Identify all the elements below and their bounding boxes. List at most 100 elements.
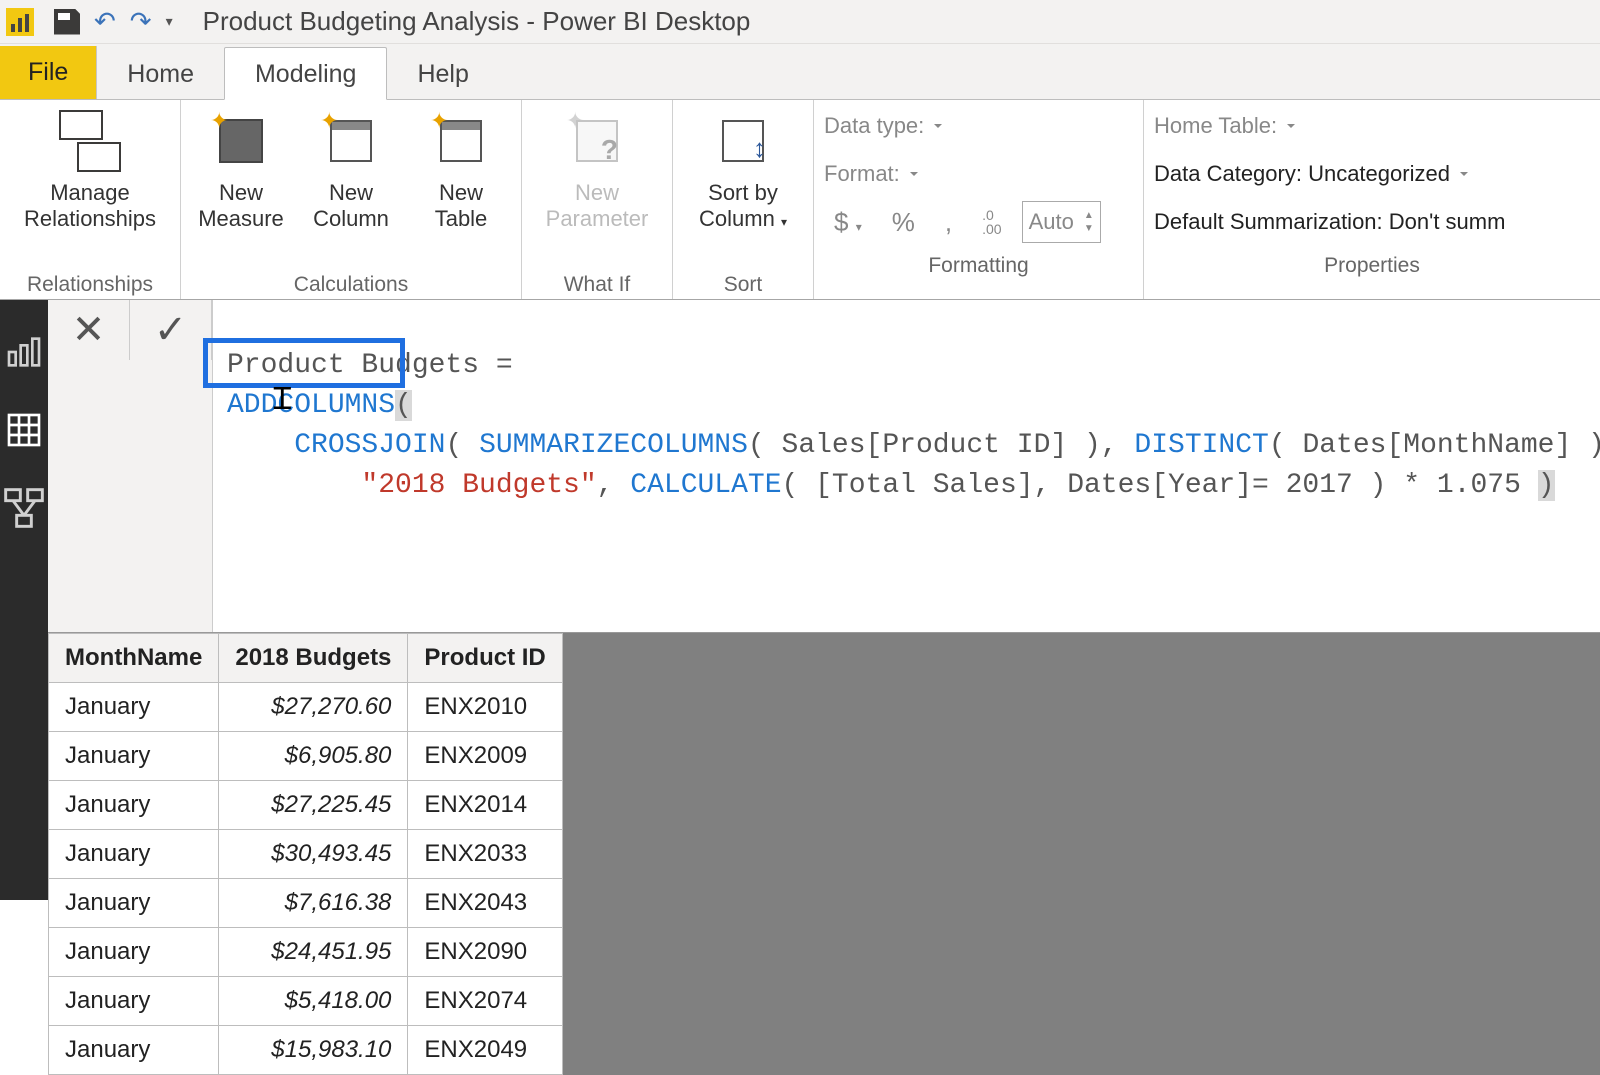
save-icon[interactable] (54, 9, 80, 35)
cell-budget: $27,270.60 (219, 683, 408, 732)
cell-product-id: ENX2033 (408, 830, 562, 879)
group-calculations: ✦ New Measure ✦ New Column ✦ New Table C… (181, 100, 522, 299)
group-sort: Sort by Column ▾ Sort (673, 100, 814, 299)
table-row[interactable]: January$30,493.45ENX2033 (49, 830, 563, 879)
text-cursor-icon: Ꮖ (273, 382, 293, 422)
window-title: Product Budgeting Analysis - Power BI De… (183, 6, 751, 37)
group-label-sort: Sort (724, 273, 763, 297)
cell-monthname: January (49, 1026, 219, 1075)
data-type-label: Data type: (824, 113, 924, 139)
cell-monthname: January (49, 732, 219, 781)
chevron-down-icon (934, 124, 942, 132)
group-properties: Home Table: Data Category: Uncategorized… (1144, 100, 1600, 299)
col-monthname[interactable]: MonthName (49, 634, 219, 683)
cell-product-id: ENX2049 (408, 1026, 562, 1075)
group-label-formatting: Formatting (928, 254, 1028, 278)
cell-budget: $6,905.80 (219, 732, 408, 781)
nav-model-view[interactable] (0, 484, 48, 532)
chevron-down-icon (1460, 172, 1468, 180)
home-table-label: Home Table: (1154, 113, 1277, 139)
table-header-row: MonthName 2018 Budgets Product ID (49, 634, 563, 683)
sort-icon (722, 120, 764, 162)
cell-product-id: ENX2010 (408, 683, 562, 732)
table-row[interactable]: January$7,616.38ENX2043 (49, 879, 563, 928)
cell-monthname: January (49, 830, 219, 879)
data-grid[interactable]: MonthName 2018 Budgets Product ID Januar… (48, 633, 563, 1075)
undo-icon[interactable]: ↶ (94, 6, 116, 37)
sort-by-column-button[interactable]: Sort by Column ▾ (683, 106, 803, 232)
table-row[interactable]: January$27,270.60ENX2010 (49, 683, 563, 732)
tab-home[interactable]: Home (97, 48, 224, 99)
cell-monthname: January (49, 928, 219, 977)
percent-button[interactable]: % (882, 205, 925, 240)
new-measure-button[interactable]: ✦ New Measure (191, 106, 291, 232)
comma-button[interactable]: , (935, 205, 962, 240)
redo-icon[interactable]: ↷ (130, 6, 152, 37)
nav-rail (0, 300, 48, 900)
new-column-button[interactable]: ✦ New Column (301, 106, 401, 232)
group-relationships: Manage Relationships Relationships (0, 100, 181, 299)
default-summarization-label: Default Summarization: Don't summ (1154, 209, 1505, 235)
qat-dropdown-icon[interactable]: ▾ (166, 13, 173, 30)
col-product-id[interactable]: Product ID (408, 634, 562, 683)
currency-button[interactable]: $ ▾ (824, 205, 872, 240)
spark-icon: ✦ (210, 108, 228, 134)
close-icon: ✕ (72, 307, 106, 353)
formula-line4: "2018 Budgets", CALCULATE( [Total Sales]… (227, 470, 1555, 501)
tab-modeling[interactable]: Modeling (224, 47, 387, 100)
data-grid-wrap: MonthName 2018 Budgets Product ID Januar… (48, 633, 1600, 1075)
new-measure-label: New Measure (198, 180, 284, 232)
tab-help[interactable]: Help (387, 48, 498, 99)
ribbon-tabs: File Home Modeling Help (0, 44, 1600, 100)
cell-budget: $24,451.95 (219, 928, 408, 977)
report-icon (4, 332, 44, 372)
parameter-icon (576, 120, 618, 162)
formula-bar: ✕ ✓ Product Budgets = ADDCOLUMNS( CROSSJ… (48, 300, 1600, 633)
tab-file[interactable]: File (0, 46, 97, 99)
data-type-row[interactable]: Data type: (824, 106, 942, 146)
group-whatif: ✦ New Parameter What If (522, 100, 673, 299)
decimals-button[interactable]: .0 .00 (972, 206, 1011, 238)
formula-line1: Product Budgets = (227, 350, 529, 381)
group-label-properties: Properties (1324, 254, 1420, 278)
formula-commit-button[interactable]: ✓ (130, 300, 212, 360)
cell-budget: $5,418.00 (219, 977, 408, 1026)
cell-monthname: January (49, 683, 219, 732)
format-row[interactable]: Format: (824, 154, 918, 194)
formula-line3: CROSSJOIN( SUMMARIZECOLUMNS( Sales[Produ… (227, 430, 1600, 461)
cell-product-id: ENX2074 (408, 977, 562, 1026)
table-row[interactable]: January$15,983.10ENX2049 (49, 1026, 563, 1075)
formula-cancel-button[interactable]: ✕ (48, 300, 130, 360)
app-icon (6, 8, 34, 36)
decimal-places-spinner[interactable]: Auto ▲▼ (1022, 201, 1101, 243)
new-table-button[interactable]: ✦ New Table (411, 106, 511, 232)
manage-relationships-button[interactable]: Manage Relationships (10, 106, 170, 232)
chevron-down-icon (1287, 124, 1295, 132)
spinner-arrows-icon: ▲▼ (1084, 210, 1094, 234)
table-row[interactable]: January$27,225.45ENX2014 (49, 781, 563, 830)
cell-monthname: January (49, 781, 219, 830)
manage-relationships-label: Manage Relationships (24, 180, 156, 232)
default-summarization-row[interactable]: Default Summarization: Don't summ (1154, 202, 1505, 242)
cell-monthname: January (49, 977, 219, 1026)
table-row[interactable]: January$24,451.95ENX2090 (49, 928, 563, 977)
nav-report-view[interactable] (0, 328, 48, 376)
model-icon (2, 486, 46, 530)
table-row[interactable]: January$5,418.00ENX2074 (49, 977, 563, 1026)
check-icon: ✓ (154, 307, 188, 353)
format-label: Format: (824, 161, 900, 187)
new-parameter-button[interactable]: ✦ New Parameter (532, 106, 662, 232)
spark-icon: ✦ (320, 108, 338, 134)
col-2018-budgets[interactable]: 2018 Budgets (219, 634, 408, 683)
table-row[interactable]: January$6,905.80ENX2009 (49, 732, 563, 781)
decimal-auto-value: Auto (1029, 209, 1074, 235)
titlebar: ↶ ↷ ▾ Product Budgeting Analysis - Power… (0, 0, 1600, 44)
home-table-row[interactable]: Home Table: (1154, 106, 1295, 146)
data-category-row[interactable]: Data Category: Uncategorized (1154, 154, 1468, 194)
group-label-calculations: Calculations (294, 273, 408, 297)
cell-product-id: ENX2009 (408, 732, 562, 781)
cell-budget: $27,225.45 (219, 781, 408, 830)
nav-data-view[interactable] (0, 406, 48, 454)
formula-editor[interactable]: Product Budgets = ADDCOLUMNS( CROSSJOIN(… (213, 300, 1600, 632)
spark-icon: ✦ (430, 108, 448, 134)
